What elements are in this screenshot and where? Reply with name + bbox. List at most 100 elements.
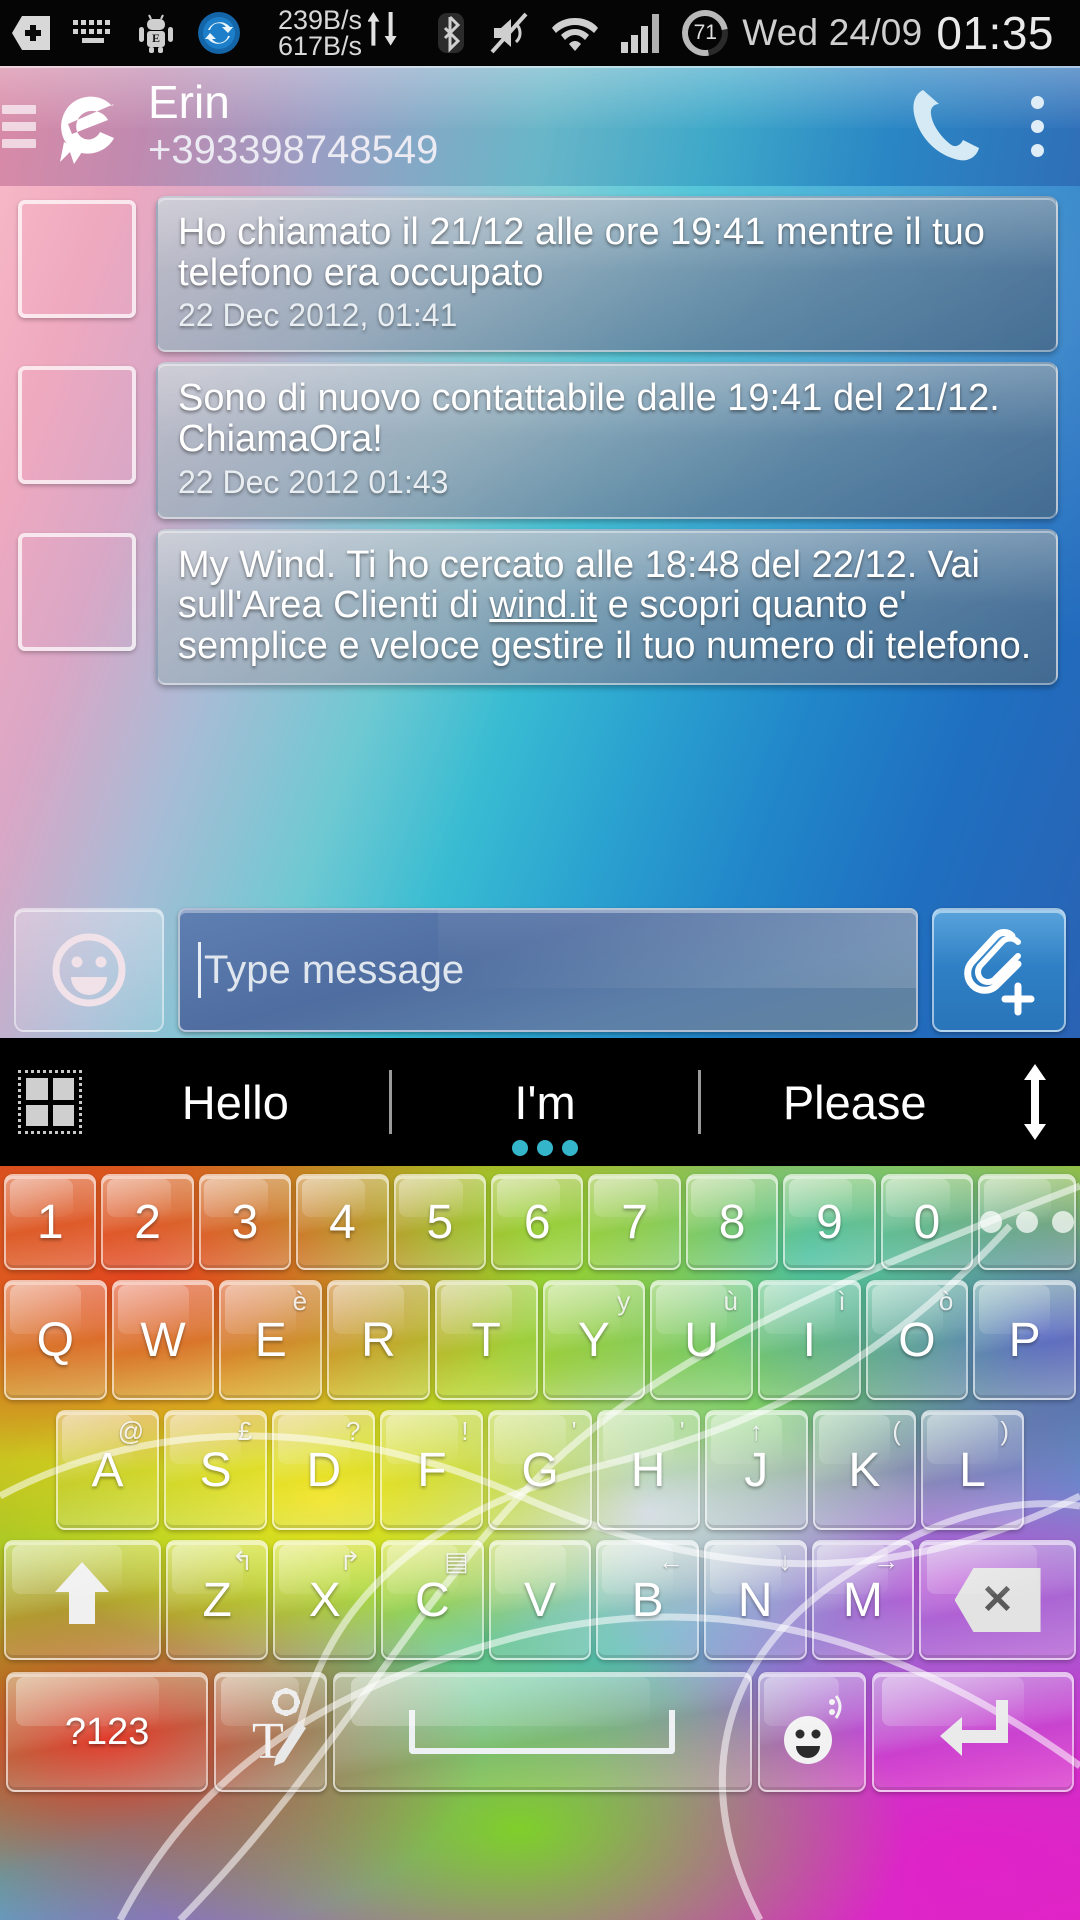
key-o[interactable]: òO	[865, 1280, 969, 1400]
key-8[interactable]: 8	[685, 1174, 779, 1270]
key-7[interactable]: 7	[588, 1174, 681, 1270]
key-b[interactable]: ← B	[596, 1540, 699, 1660]
key-h[interactable]: ' H	[596, 1410, 700, 1530]
message-input-bar: Type message	[0, 902, 1080, 1038]
attach-button[interactable]	[932, 908, 1066, 1032]
sync-icon	[196, 10, 242, 56]
key-9[interactable]: 9	[783, 1174, 876, 1270]
message-row[interactable]: Ho chiamato il 21/12 alle ore 19:41 ment…	[0, 186, 1080, 353]
key-3[interactable]: 3	[198, 1174, 292, 1270]
enter-icon	[934, 1694, 1012, 1771]
key-q[interactable]: Q	[4, 1280, 107, 1400]
emoji-button[interactable]	[14, 908, 164, 1032]
key-label: 1	[36, 1195, 64, 1249]
keyboard-row-bottom-letters: ↰ Z ↱ X ▤ C V ← B ↓ N → M ✕	[0, 1540, 1080, 1660]
key-label: F	[417, 1443, 447, 1497]
key-s[interactable]: £ S	[164, 1410, 268, 1530]
message-input-placeholder: Type message	[204, 947, 465, 992]
key-more-dots[interactable]	[978, 1174, 1077, 1270]
key-hint: ↓	[778, 1546, 792, 1576]
key-label: I	[802, 1313, 816, 1367]
key-label: N	[737, 1573, 773, 1627]
key-a[interactable]: @ A	[56, 1410, 160, 1530]
key-m[interactable]: → M	[811, 1540, 915, 1660]
key-d[interactable]: ? D	[272, 1410, 376, 1530]
key-u[interactable]: ùU	[650, 1280, 753, 1400]
key-hint: ?	[345, 1416, 361, 1446]
keyboard-row-qwerty: Q W èE R T yY ùU ìI òO P	[0, 1280, 1080, 1400]
message-link[interactable]: wind.it	[489, 584, 597, 626]
key-hint: y	[617, 1286, 631, 1316]
key-0[interactable]: 0	[880, 1174, 974, 1270]
android-e-icon: E	[138, 13, 174, 53]
key-l[interactable]: ) L	[920, 1410, 1024, 1530]
key-i[interactable]: ìI	[757, 1280, 861, 1400]
bluetooth-icon	[436, 11, 466, 55]
key-v[interactable]: V	[488, 1540, 592, 1660]
message-row[interactable]: My Wind. Ti ho cercato alle 18:48 del 22…	[0, 519, 1080, 685]
key-5[interactable]: 5	[393, 1174, 487, 1270]
key-backspace[interactable]: ✕	[919, 1540, 1076, 1660]
key-g[interactable]: ' G	[488, 1410, 592, 1530]
message-bubble[interactable]: Ho chiamato il 21/12 alle ore 19:41 ment…	[156, 196, 1058, 353]
net-down-rate: 239B/s	[278, 4, 363, 35]
key-r[interactable]: R	[327, 1280, 430, 1400]
key-1[interactable]: 1	[4, 1174, 97, 1270]
key-label: 4	[329, 1195, 356, 1249]
key-emoji[interactable]	[757, 1672, 866, 1792]
key-handwriting-settings[interactable]: T	[214, 1672, 327, 1792]
key-label: T	[471, 1313, 501, 1367]
key-enter[interactable]	[871, 1672, 1074, 1792]
key-w[interactable]: W	[111, 1280, 215, 1400]
text-caret	[198, 942, 201, 998]
key-x[interactable]: ↱ X	[273, 1540, 377, 1660]
key-shift[interactable]	[4, 1540, 161, 1660]
key-2[interactable]: 2	[101, 1174, 194, 1270]
battery-icon: 71	[673, 0, 738, 66]
status-time: 01:35	[936, 7, 1054, 59]
key-6[interactable]: 6	[491, 1174, 584, 1270]
grid-icon[interactable]	[18, 1070, 82, 1134]
suggestion-please[interactable]: Please	[701, 1075, 1008, 1130]
key-symbols[interactable]: ?123	[6, 1672, 209, 1792]
key-4[interactable]: 4	[296, 1174, 389, 1270]
battery-percent: 71	[693, 21, 717, 44]
app-header: Erin +393398748549	[0, 66, 1080, 186]
key-label: Q	[36, 1313, 75, 1367]
key-f[interactable]: ! F	[380, 1410, 484, 1530]
key-hint: ì	[838, 1286, 846, 1316]
message-bubble[interactable]: Sono di nuovo contattabile dalle 19:41 d…	[156, 362, 1058, 519]
key-space[interactable]	[332, 1672, 752, 1792]
message-bubble[interactable]: My Wind. Ti ho cercato alle 18:48 del 22…	[156, 528, 1058, 685]
key-label: Y	[577, 1313, 610, 1367]
suggestion-label: I'm	[514, 1075, 576, 1129]
key-j[interactable]: ↑ J	[704, 1410, 808, 1530]
suggestion-hello[interactable]: Hello	[82, 1075, 389, 1130]
key-hint: £	[237, 1416, 253, 1446]
key-hint: ù	[723, 1286, 738, 1316]
key-hint: !	[461, 1416, 469, 1446]
status-date: Wed 24/09	[742, 12, 923, 53]
key-hint: è	[292, 1286, 308, 1316]
key-y[interactable]: yY	[542, 1280, 646, 1400]
key-k[interactable]: (K	[812, 1410, 916, 1530]
key-n[interactable]: ↓ N	[703, 1540, 807, 1660]
suggestion-label: Hello	[181, 1075, 289, 1129]
suggestion-im[interactable]: I'm	[392, 1075, 699, 1156]
key-e[interactable]: èE	[219, 1280, 323, 1400]
key-label: X	[308, 1573, 341, 1627]
phone-icon[interactable]	[907, 84, 985, 169]
message-input[interactable]: Type message	[178, 908, 918, 1032]
key-t[interactable]: T	[434, 1280, 538, 1400]
key-c[interactable]: ▤ C	[381, 1540, 484, 1660]
key-z[interactable]: ↰ Z	[165, 1540, 269, 1660]
key-label: D	[306, 1443, 342, 1497]
message-row[interactable]: Sono di nuovo contattabile dalle 19:41 d…	[0, 352, 1080, 519]
up-down-arrow-icon[interactable]	[1008, 1064, 1062, 1140]
active-indicator-dots	[512, 1139, 578, 1156]
menu-lines-icon[interactable]	[2, 104, 36, 148]
key-p[interactable]: P	[973, 1280, 1077, 1400]
more-vertical-icon[interactable]	[1031, 95, 1044, 157]
message-text: Sono di nuovo contattabile dalle 19:41 d…	[178, 377, 1000, 460]
key-label: M	[842, 1573, 883, 1627]
